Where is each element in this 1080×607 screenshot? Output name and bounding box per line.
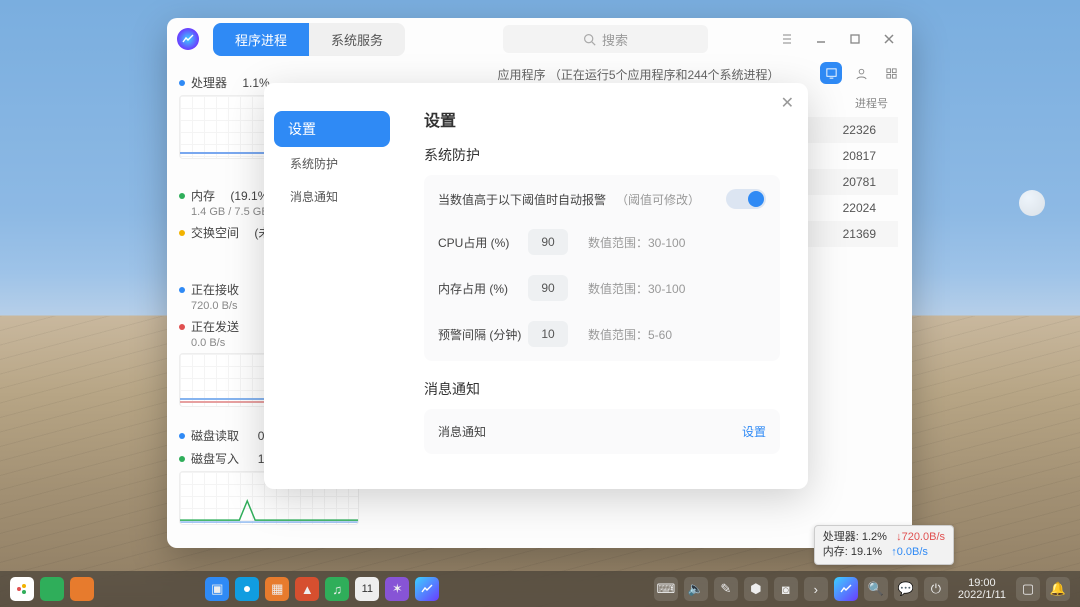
app-icon bbox=[177, 28, 199, 50]
dot-icon bbox=[179, 230, 185, 236]
search-placeholder: 搜索 bbox=[602, 30, 628, 49]
view-apps-icon[interactable] bbox=[820, 62, 842, 84]
section-protection-heading: 系统防护 bbox=[424, 145, 780, 165]
taskbar-center-7[interactable]: ✶ bbox=[385, 577, 409, 601]
tray-search-icon[interactable]: 🔍 bbox=[864, 577, 888, 601]
cpu-threshold-range: 数值范围：30-100 bbox=[588, 234, 685, 251]
cpu-label: 处理器 bbox=[191, 74, 227, 91]
dot-icon bbox=[179, 287, 185, 293]
settings-dialog: 设置 系统防护 消息通知 ✕ 设置 系统防护 当数值高于以下阈值时自动报警 （阈… bbox=[264, 83, 808, 489]
maximize-button[interactable] bbox=[842, 26, 868, 52]
close-button[interactable] bbox=[876, 26, 902, 52]
notify-card: 消息通知 设置 bbox=[424, 409, 780, 454]
section-notify-heading: 消息通知 bbox=[424, 379, 780, 399]
interval-label: 预警间隔 (分钟) bbox=[438, 326, 528, 343]
interval-input[interactable]: 10 bbox=[528, 321, 568, 347]
taskbar-app-1[interactable] bbox=[40, 577, 64, 601]
tray-notify-icon[interactable]: 🔔 bbox=[1046, 577, 1070, 601]
dot-icon bbox=[179, 433, 185, 439]
settings-category-active[interactable]: 设置 bbox=[274, 111, 390, 147]
swap-label: 交换空间 bbox=[191, 224, 239, 241]
taskbar-center-5[interactable]: ♫ bbox=[325, 577, 349, 601]
search-icon bbox=[583, 33, 596, 46]
settings-title: 设置 bbox=[424, 107, 780, 131]
cpu-threshold-input[interactable]: 90 bbox=[528, 229, 568, 255]
taskbar-clock[interactable]: 19:00 2022/1/11 bbox=[954, 577, 1010, 601]
mem-threshold-label: 内存占用 (%) bbox=[438, 280, 528, 297]
mem-label: 内存 bbox=[191, 187, 215, 204]
tab-services[interactable]: 系统服务 bbox=[309, 23, 405, 56]
tray-volume-icon[interactable]: 🔈 bbox=[684, 577, 708, 601]
tray-power-icon[interactable]: ⏻ bbox=[924, 577, 948, 601]
tray-tooltip: 处理器: 1.2% ↓720.0B/s 内存: 19.1% ↑0.0B/s bbox=[814, 525, 954, 565]
launcher-icon[interactable] bbox=[10, 577, 34, 601]
tray-camera-icon[interactable]: ◙ bbox=[774, 577, 798, 601]
dot-icon bbox=[179, 324, 185, 330]
settings-cat-notify[interactable]: 消息通知 bbox=[274, 180, 390, 213]
menu-button[interactable] bbox=[774, 26, 800, 52]
tray-keyboard-icon[interactable]: ⌨ bbox=[654, 577, 678, 601]
minimize-button[interactable] bbox=[808, 26, 834, 52]
settings-sidebar: 设置 系统防护 消息通知 bbox=[264, 83, 400, 489]
taskbar-app-2[interactable] bbox=[70, 577, 94, 601]
search-box[interactable]: 搜索 bbox=[503, 25, 708, 53]
tray-chat-icon[interactable]: 💬 bbox=[894, 577, 918, 601]
taskbar-center-calendar[interactable]: 11 bbox=[355, 577, 379, 601]
dot-icon bbox=[179, 456, 185, 462]
notify-settings-link[interactable]: 设置 bbox=[742, 423, 766, 440]
taskbar-center-1[interactable]: ▣ bbox=[205, 577, 229, 601]
mem-threshold-range: 数值范围：30-100 bbox=[588, 280, 685, 297]
titlebar: 程序进程 系统服务 搜索 bbox=[167, 18, 912, 60]
tray-desktop-icon[interactable]: ▢ bbox=[1016, 577, 1040, 601]
alarm-hint: （阈值可修改） bbox=[616, 191, 700, 208]
close-icon[interactable]: ✕ bbox=[781, 93, 794, 113]
col-pid[interactable]: 进程号 bbox=[855, 95, 888, 111]
cpu-threshold-label: CPU占用 (%) bbox=[438, 234, 528, 251]
net-rx-label: 正在接收 bbox=[191, 281, 239, 298]
dot-icon bbox=[179, 80, 185, 86]
wallpaper-moon bbox=[1019, 190, 1045, 216]
tray-expand-icon[interactable]: › bbox=[804, 577, 828, 601]
dot-icon bbox=[179, 193, 185, 199]
interval-range: 数值范围：5-60 bbox=[588, 326, 672, 343]
disk-w-label: 磁盘写入 bbox=[191, 450, 239, 467]
tray-monitor-icon[interactable] bbox=[834, 577, 858, 601]
taskbar-center-4[interactable]: ▲ bbox=[295, 577, 319, 601]
header-tabs: 程序进程 系统服务 bbox=[213, 23, 405, 56]
settings-main: ✕ 设置 系统防护 当数值高于以下阈值时自动报警 （阈值可修改） CPU占用 (… bbox=[400, 83, 808, 489]
taskbar: ▣ ▦ ▲ ♫ 11 ✶ ⌨ 🔈 ✎ ⬢ ◙ › 🔍 💬 ⏻ 19:00 202… bbox=[0, 571, 1080, 607]
clock-date: 2022/1/11 bbox=[958, 589, 1006, 601]
taskbar-center-monitor[interactable] bbox=[415, 577, 439, 601]
alarm-label: 当数值高于以下阈值时自动报警 bbox=[438, 191, 606, 208]
alarm-toggle[interactable] bbox=[726, 189, 766, 209]
disk-r-label: 磁盘读取 bbox=[191, 427, 239, 444]
tab-processes[interactable]: 程序进程 bbox=[213, 23, 309, 56]
taskbar-center-3[interactable]: ▦ bbox=[265, 577, 289, 601]
net-tx-label: 正在发送 bbox=[191, 318, 239, 335]
protection-card: 当数值高于以下阈值时自动报警 （阈值可修改） CPU占用 (%) 90 数值范围… bbox=[424, 175, 780, 361]
settings-cat-protection[interactable]: 系统防护 bbox=[274, 147, 390, 180]
tray-tool-icon[interactable]: ✎ bbox=[714, 577, 738, 601]
tray-shield-icon[interactable]: ⬢ bbox=[744, 577, 768, 601]
view-grid-icon[interactable] bbox=[880, 62, 902, 84]
clock-time: 19:00 bbox=[958, 577, 1006, 589]
view-user-icon[interactable] bbox=[850, 62, 872, 84]
taskbar-center-browser[interactable] bbox=[235, 577, 259, 601]
notify-item-label: 消息通知 bbox=[438, 423, 486, 440]
mem-threshold-input[interactable]: 90 bbox=[528, 275, 568, 301]
